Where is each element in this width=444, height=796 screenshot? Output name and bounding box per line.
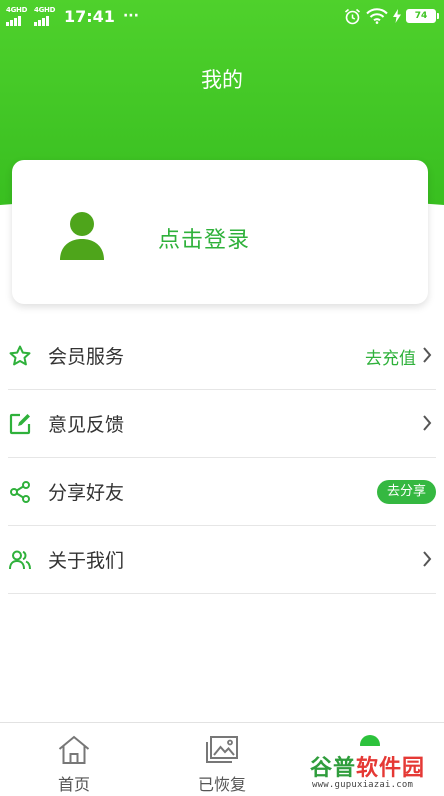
profile-screen: 4GHD 4GHD 17:41 ··· 74 我的 点击登录 会员服务 去充值 … (0, 0, 444, 796)
watermark: 谷普软件园 www.gupuxiazai.com (308, 746, 444, 796)
status-time: 17:41 (64, 6, 115, 26)
signal-icon-2: 4GHD (34, 6, 56, 26)
menu-label-share: 分享好友 (48, 482, 125, 504)
more-notifications-icon: ··· (122, 8, 139, 24)
tab-recovered-label: 已恢复 (197, 775, 246, 794)
watermark-brand: 谷普软件园 (310, 750, 425, 782)
login-card[interactable]: 点击登录 (12, 160, 428, 304)
watermark-brand-part2: 软件园 (356, 756, 426, 781)
alarm-icon (344, 8, 361, 24)
status-left: 4GHD 4GHD 17:41 ··· (6, 5, 139, 27)
login-prompt[interactable]: 点击登录 (158, 222, 250, 254)
menu-label-about: 关于我们 (48, 550, 125, 572)
menu-item-share[interactable]: 分享好友 去分享 (8, 458, 436, 526)
avatar-icon (60, 212, 104, 260)
menu-label-membership: 会员服务 (48, 346, 125, 368)
edit-icon (9, 413, 31, 435)
chevron-right-icon (423, 347, 432, 363)
recharge-link[interactable]: 去充值 (365, 344, 416, 369)
menu-list: 会员服务 去充值 意见反馈 分享好友 去分享 关于我们 (0, 322, 444, 594)
status-bar: 4GHD 4GHD 17:41 ··· 74 (0, 0, 444, 32)
chevron-right-icon (423, 551, 432, 567)
star-icon (9, 345, 31, 366)
signal-icon: 4GHD (6, 6, 28, 26)
charging-icon (393, 9, 401, 23)
network-type-2: 4G (34, 6, 45, 14)
users-icon (9, 550, 31, 570)
network-subtype-2: HD (44, 6, 56, 14)
menu-item-about[interactable]: 关于我们 (8, 526, 436, 594)
image-icon (206, 736, 238, 763)
home-icon (58, 735, 90, 764)
menu-item-membership[interactable]: 会员服务 去充值 (8, 322, 436, 390)
tab-home-label: 首页 (57, 775, 90, 794)
network-type: 4G (6, 6, 17, 14)
tab-home[interactable]: 首页 (0, 723, 148, 796)
menu-item-feedback[interactable]: 意见反馈 (8, 390, 436, 458)
menu-label-feedback: 意见反馈 (48, 414, 125, 436)
wifi-icon (366, 8, 388, 24)
share-button[interactable]: 去分享 (376, 480, 436, 504)
watermark-url: www.gupuxiazai.com (312, 780, 414, 790)
page-title: 我的 (201, 68, 243, 92)
status-right: 74 (344, 6, 439, 26)
chevron-right-icon (423, 415, 432, 431)
tab-recovered[interactable]: 已恢复 (148, 723, 296, 796)
battery-icon: 74 (406, 9, 439, 23)
watermark-brand-part1: 谷普 (310, 756, 357, 781)
share-icon (10, 481, 30, 503)
battery-level: 74 (414, 11, 428, 21)
network-subtype: HD (16, 6, 28, 14)
